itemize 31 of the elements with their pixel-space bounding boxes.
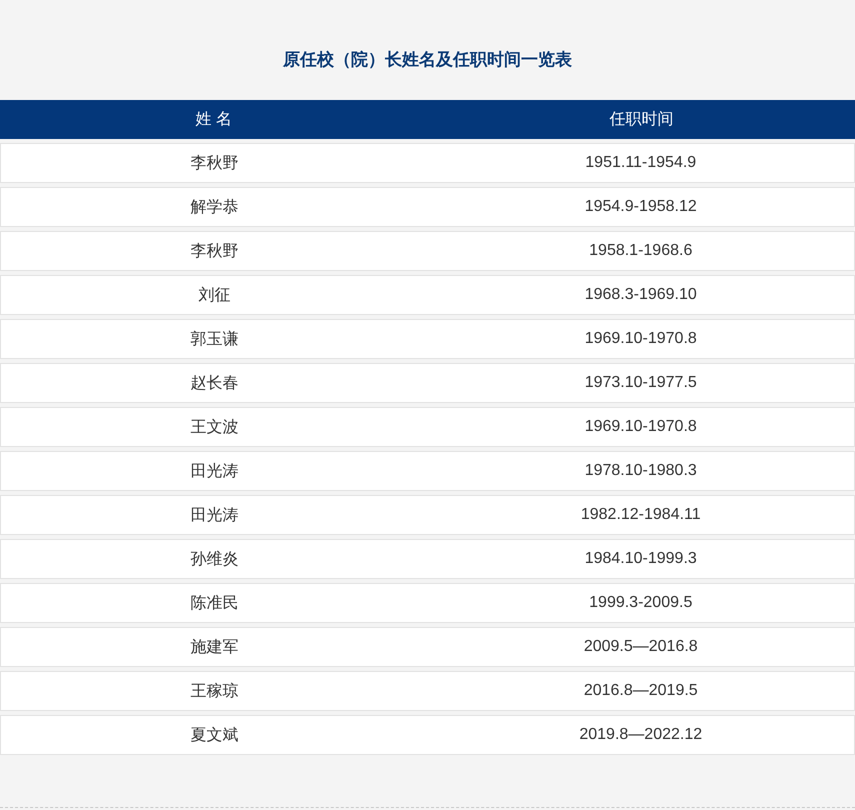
table-cell: 2009.5—2016.8 — [584, 638, 698, 656]
table-cell: 1982.12-1984.11 — [580, 506, 701, 524]
table-cell: 2019.8—2022.12 — [579, 726, 702, 744]
table-cell-text: 解学恭 — [190, 198, 238, 218]
table-cell: 1969.10-1970.8 — [584, 330, 697, 348]
table-cell-text: 田光涛 — [190, 506, 238, 526]
table-cell: 1958.1-1968.6 — [589, 242, 692, 260]
table-cell-text: 赵长春 — [190, 374, 238, 394]
table-cell-text: 夏文斌 — [190, 726, 238, 746]
table-cell-text: 王文波 — [190, 418, 238, 438]
table-cell: 1978.10-1980.3 — [584, 462, 697, 480]
column-header: 任职时间 — [609, 110, 674, 130]
table-cell: 1969.10-1970.8 — [584, 418, 697, 436]
table-cell: 1984.10-1999.3 — [584, 550, 697, 568]
table-cell-text: 陈准民 — [190, 594, 238, 614]
table-cell-text: 李秋野 — [190, 154, 238, 174]
table-cell: 1951.11-1954.9 — [585, 154, 696, 172]
table-cell-text: 孙维炎 — [190, 550, 238, 570]
table-cell-text: 李秋野 — [190, 242, 238, 262]
table-cell-text: 刘征 — [198, 286, 230, 306]
table-cell-text: 施建军 — [190, 638, 238, 658]
table-title: 原任校（院）长姓名及任职时间一览表 — [283, 49, 572, 71]
table-cell: 1954.9-1958.12 — [584, 198, 697, 216]
table-cell-text: 郭玉谦 — [190, 330, 238, 350]
table-cell-text: 王稼琼 — [190, 682, 238, 702]
table-cell: 1999.3-2009.5 — [589, 594, 692, 612]
table-cell: 1968.3-1969.10 — [584, 286, 697, 304]
table-cell-text: 田光涛 — [190, 462, 238, 482]
column-header: 姓 名 — [196, 110, 232, 130]
table-cell: 2016.8—2019.5 — [584, 682, 698, 700]
table-cell: 1973.10-1977.5 — [584, 374, 697, 392]
